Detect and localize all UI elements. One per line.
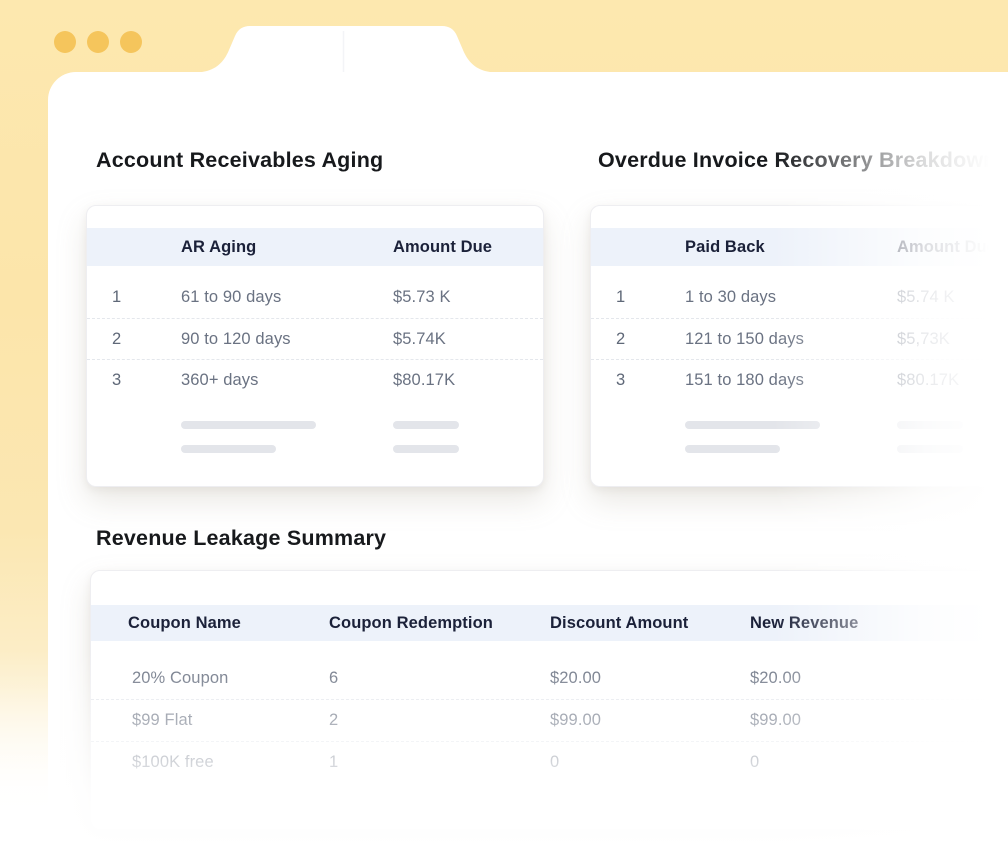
skeleton-bar <box>685 445 780 453</box>
amount-due-value: $5.74K <box>393 330 543 349</box>
column-header-coupon-redemption: Coupon Redemption <box>329 614 550 633</box>
column-header-new-revenue: New Revenue <box>750 614 1008 633</box>
table-row: 2 121 to 150 days $5,73K <box>591 318 1008 359</box>
coupon-redemption-value: 6 <box>329 669 550 688</box>
window-controls <box>54 31 142 53</box>
skeleton-bar <box>897 445 963 453</box>
discount-amount-value: 0 <box>550 753 750 772</box>
coupon-redemption-value: 2 <box>329 711 550 730</box>
column-header-amount-due: Amount Due <box>393 238 543 257</box>
row-index: 1 <box>591 288 685 307</box>
section-title-account-receivables-aging: Account Receivables Aging <box>96 148 383 173</box>
row-index: 2 <box>87 330 181 349</box>
window-dot <box>54 31 76 53</box>
browser-tab <box>202 26 490 72</box>
column-header-ar-aging: AR Aging <box>181 238 393 257</box>
skeleton-bar <box>181 445 276 453</box>
skeleton-bar <box>897 421 963 429</box>
table-row: 20% Coupon 6 $20.00 $20.00 <box>91 657 1008 699</box>
table-row: 2 90 to 120 days $5.74K <box>87 318 543 359</box>
new-revenue-value: $99.00 <box>750 711 1008 730</box>
new-revenue-value: 0 <box>750 753 1008 772</box>
row-index: 3 <box>591 371 685 390</box>
skeleton-loader <box>591 421 1008 453</box>
coupon-name: $99 Flat <box>91 711 261 730</box>
table-card-paid-back: Paid Back Amount Due 1 1 to 30 days $5.7… <box>590 205 1008 487</box>
row-index: 1 <box>87 288 181 307</box>
table-row: $99 Flat 2 $99.00 $99.00 <box>91 699 1008 741</box>
paid-back-bucket: 151 to 180 days <box>685 371 897 390</box>
skeleton-bar <box>181 421 316 429</box>
amount-due-value: $5.74 K <box>897 288 1008 307</box>
discount-amount-value: $99.00 <box>550 711 750 730</box>
table-card-revenue-leakage: Coupon Name Coupon Redemption Discount A… <box>90 570 1008 830</box>
skeleton-bar <box>393 445 459 453</box>
column-header-coupon-name: Coupon Name <box>91 614 329 633</box>
table-row: 3 151 to 180 days $80.17K <box>591 359 1008 400</box>
discount-amount-value: $20.00 <box>550 669 750 688</box>
section-title-overdue-invoice-recovery: Overdue Invoice Recovery Breakdown <box>598 148 997 173</box>
section-title-revenue-leakage-summary: Revenue Leakage Summary <box>96 526 386 551</box>
column-header-paid-back: Paid Back <box>685 238 897 257</box>
skeleton-bar <box>685 421 820 429</box>
paid-back-bucket: 1 to 30 days <box>685 288 897 307</box>
aging-bucket: 360+ days <box>181 371 393 390</box>
amount-due-value: $80.17K <box>897 371 1008 390</box>
window-dot <box>87 31 109 53</box>
skeleton-bar <box>393 421 459 429</box>
table-header-row: Coupon Name Coupon Redemption Discount A… <box>91 605 1008 641</box>
table-card-ar-aging: AR Aging Amount Due 1 61 to 90 days $5.7… <box>86 205 544 487</box>
table-row: 1 1 to 30 days $5.74 K <box>591 277 1008 318</box>
table-header-row: Paid Back Amount Due <box>591 228 1008 266</box>
table-body: 20% Coupon 6 $20.00 $20.00 $99 Flat 2 $9… <box>91 641 1008 783</box>
new-revenue-value: $20.00 <box>750 669 1008 688</box>
table-row: 3 360+ days $80.17K <box>87 359 543 400</box>
window-dot <box>120 31 142 53</box>
paid-back-bucket: 121 to 150 days <box>685 330 897 349</box>
row-index: 3 <box>87 371 181 390</box>
table-header-row: AR Aging Amount Due <box>87 228 543 266</box>
browser-mockup: Account Receivables Aging AR Aging Amoun… <box>0 0 1008 856</box>
aging-bucket: 61 to 90 days <box>181 288 393 307</box>
coupon-name: 20% Coupon <box>91 669 261 688</box>
table-body: 1 61 to 90 days $5.73 K 2 90 to 120 days… <box>87 266 543 400</box>
table-row: 1 61 to 90 days $5.73 K <box>87 277 543 318</box>
table-row: $100K free 1 0 0 <box>91 741 1008 783</box>
amount-due-value: $5.73 K <box>393 288 543 307</box>
table-body: 1 1 to 30 days $5.74 K 2 121 to 150 days… <box>591 266 1008 400</box>
coupon-name: $100K free <box>91 753 261 772</box>
amount-due-value: $80.17K <box>393 371 543 390</box>
row-index: 2 <box>591 330 685 349</box>
column-header-discount-amount: Discount Amount <box>550 614 750 633</box>
amount-due-value: $5,73K <box>897 330 1008 349</box>
aging-bucket: 90 to 120 days <box>181 330 393 349</box>
column-header-amount-due: Amount Due <box>897 238 1008 257</box>
skeleton-loader <box>87 421 543 453</box>
coupon-redemption-value: 1 <box>329 753 550 772</box>
